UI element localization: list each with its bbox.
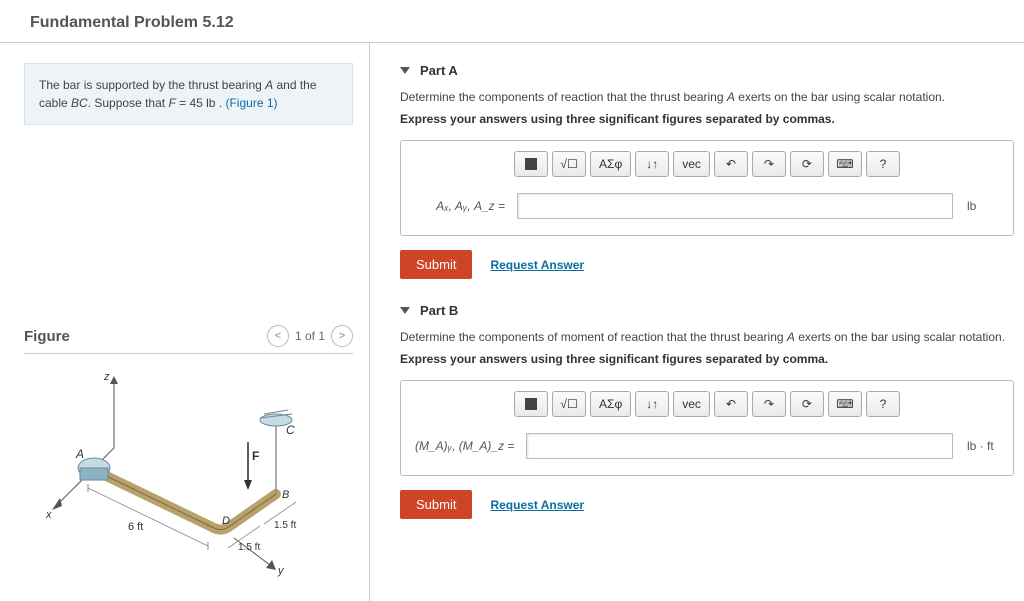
part-b-request-answer-link[interactable]: Request Answer [490,498,584,512]
part-a-instruct: Express your answers using three signifi… [400,112,1014,126]
dim-1p5a: 1.5 ft [238,542,260,553]
rect-icon [525,158,537,170]
txt: = 45 lb . [176,96,226,110]
part-b-lhs: (M_A)ᵧ, (M_A)_z = [415,439,516,453]
page-title: Fundamental Problem 5.12 [0,0,1024,42]
label-B: B [282,489,289,501]
next-figure-button[interactable]: > [331,325,353,347]
var-A: A [265,78,273,92]
part-a-input[interactable] [517,193,953,219]
part-b-unit: lb · ft [963,439,999,453]
var-F: F [168,96,175,110]
greek-button[interactable]: ΑΣφ [590,391,631,417]
var-A: A [727,90,735,104]
txt: . Suppose that [88,96,169,110]
help-button[interactable]: ? [866,151,900,177]
txt: Determine the components of moment of re… [400,330,787,344]
greek-button[interactable]: ΑΣφ [590,151,631,177]
part-a-submit-button[interactable]: Submit [400,250,472,279]
txt: The bar is supported by the thrust beari… [39,78,265,92]
toolbar: √☐ ΑΣφ ↓↑ vec ↶ ↷ ⟳ ⌨ ? [415,391,999,417]
keyboard-button[interactable]: ⌨ [828,391,862,417]
figure-image: z x A C [24,368,353,581]
label-C: C [286,423,295,437]
axis-z-label: z [103,371,110,383]
part-a-request-answer-link[interactable]: Request Answer [490,258,584,272]
part-a: Part A Determine the components of react… [400,63,1014,279]
keyboard-button[interactable]: ⌨ [828,151,862,177]
sqrt-button[interactable]: √☐ [552,391,586,417]
redo-button[interactable]: ↷ [752,391,786,417]
part-b-title: Part B [420,303,458,318]
var-A: A [787,330,795,344]
txt: Determine the components of reaction tha… [400,90,727,104]
part-b-input[interactable] [526,433,953,459]
vec-button[interactable]: vec [673,391,710,417]
template-button[interactable] [514,151,548,177]
txt: exerts on the bar using scalar notation. [795,330,1005,344]
sqrt-button[interactable]: √☐ [552,151,586,177]
part-a-lhs: Aₓ, Aᵧ, A_z = [415,199,507,213]
undo-button[interactable]: ↶ [714,151,748,177]
right-panel: Part A Determine the components of react… [370,43,1024,601]
caret-down-icon[interactable] [400,67,410,74]
part-a-answer-box: √☐ ΑΣφ ↓↑ vec ↶ ↷ ⟳ ⌨ ? Aₓ, Aᵧ, A_z = lb [400,140,1014,236]
problem-statement: The bar is supported by the thrust beari… [24,63,353,125]
reset-button[interactable]: ⟳ [790,391,824,417]
caret-down-icon[interactable] [400,307,410,314]
part-b-answer-box: √☐ ΑΣφ ↓↑ vec ↶ ↷ ⟳ ⌨ ? (M_A)ᵧ, (M_A)_z … [400,380,1014,476]
reset-button[interactable]: ⟳ [790,151,824,177]
dim-1p5b: 1.5 ft [274,520,296,531]
subsup-button[interactable]: ↓↑ [635,391,669,417]
part-a-unit: lb [963,199,999,213]
figure-heading: Figure [24,328,70,345]
redo-button[interactable]: ↷ [752,151,786,177]
part-b-desc: Determine the components of moment of re… [400,328,1014,346]
template-button[interactable] [514,391,548,417]
help-button[interactable]: ? [866,391,900,417]
part-b-instruct: Express your answers using three signifi… [400,352,1014,366]
pager-label: 1 of 1 [295,329,325,343]
rect-icon [525,398,537,410]
axis-y-label: y [277,565,285,577]
figure-pager: < 1 of 1 > [267,325,353,347]
vec-button[interactable]: vec [673,151,710,177]
prev-figure-button[interactable]: < [267,325,289,347]
part-a-desc: Determine the components of reaction tha… [400,88,1014,106]
label-F: F [252,449,259,463]
var-BC: BC [71,96,88,110]
toolbar: √☐ ΑΣφ ↓↑ vec ↶ ↷ ⟳ ⌨ ? [415,151,999,177]
figure-link[interactable]: (Figure 1) [225,96,277,110]
txt: exerts on the bar using scalar notation. [735,90,945,104]
undo-button[interactable]: ↶ [714,391,748,417]
subsup-button[interactable]: ↓↑ [635,151,669,177]
part-a-title: Part A [420,63,458,78]
dim-6ft: 6 ft [128,521,143,533]
part-b: Part B Determine the components of momen… [400,303,1014,519]
part-b-submit-button[interactable]: Submit [400,490,472,519]
axis-x-label: x [45,509,52,521]
label-A: A [75,447,84,461]
left-panel: The bar is supported by the thrust beari… [0,43,370,601]
label-D: D [222,515,230,527]
